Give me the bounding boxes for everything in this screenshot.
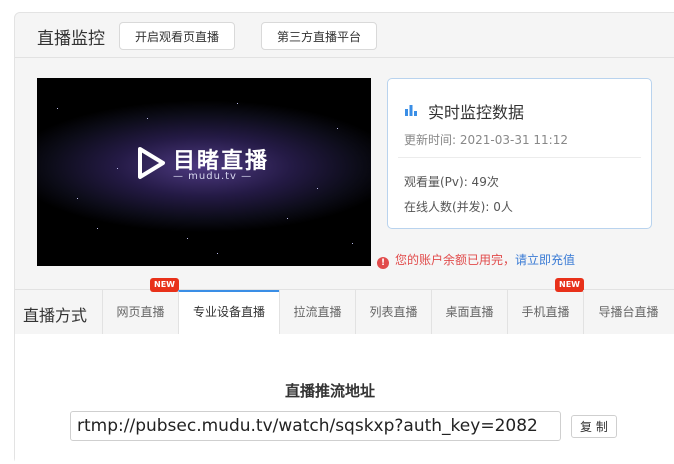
new-badge: NEW — [150, 278, 179, 292]
stats-online: 在线人数(并发): 0人 — [404, 200, 513, 214]
stats-views: 观看量(Pv): 49次 — [404, 175, 499, 189]
tab-label: 手机直播 — [521, 305, 570, 319]
stats-divider — [398, 157, 641, 158]
balance-alert: ! 您的账户余额已用完，请立即充值 — [377, 251, 575, 269]
live-monitor-panel: 直播监控 开启观看页直播 第三方直播平台 目睹直播 — mudu.tv — 实时… — [14, 12, 674, 464]
page-title: 直播监控 — [37, 29, 105, 49]
tab-list-live[interactable]: 列表直播 — [355, 290, 431, 334]
stats-title: 实时监控数据 — [428, 103, 525, 122]
tab-label: 网页直播 — [116, 305, 165, 319]
bar-chart-icon — [405, 105, 417, 116]
live-mode-tabs: 直播方式 网页直播 NEW 专业设备直播 拉流直播 列表直播 桌面直播 手机直播… — [15, 278, 674, 335]
tab-label: 列表直播 — [369, 305, 418, 319]
tab-web-live[interactable]: 网页直播 NEW — [102, 278, 179, 334]
logo-subtext: — mudu.tv — — [173, 171, 253, 182]
tab-label: 拉流直播 — [293, 305, 342, 319]
push-url-title: 直播推流地址 — [284, 382, 375, 400]
play-logo-icon — [138, 147, 165, 179]
stats-updated-time: 更新时间: 2021-03-31 11:12 — [404, 133, 568, 147]
tab-director-live[interactable]: 导播台直播 — [583, 290, 673, 334]
alert-text: 您的账户余额已用完， — [395, 253, 516, 267]
open-watch-page-live-button[interactable]: 开启观看页直播 — [119, 22, 236, 50]
live-mode-label: 直播方式 — [23, 306, 88, 325]
recharge-link[interactable]: 请立即充值 — [515, 253, 575, 267]
mudu-logo: 目睹直播 — mudu.tv — — [135, 143, 295, 183]
tab-label: 专业设备直播 — [192, 305, 265, 319]
tab-label: 桌面直播 — [445, 305, 494, 319]
copy-button[interactable]: 复 制 — [571, 415, 617, 438]
header-bar: 直播监控 开启观看页直播 第三方直播平台 — [15, 13, 674, 58]
push-url-section: 直播推流地址 复 制 — [15, 334, 674, 464]
tab-pro-device-live[interactable]: 专业设备直播 — [178, 290, 279, 335]
tab-desktop-live[interactable]: 桌面直播 — [431, 290, 507, 334]
alert-icon: ! — [377, 257, 389, 269]
tab-mobile-live[interactable]: 手机直播 NEW — [507, 278, 584, 334]
new-badge: NEW — [555, 278, 584, 292]
tab-pull-stream-live[interactable]: 拉流直播 — [279, 290, 355, 334]
realtime-stats-card: 实时监控数据 更新时间: 2021-03-31 11:12 观看量(Pv): 4… — [387, 78, 652, 229]
push-url-input[interactable] — [70, 411, 561, 441]
video-preview[interactable]: 目睹直播 — mudu.tv — — [37, 78, 371, 266]
tab-label: 导播台直播 — [598, 305, 659, 319]
third-party-platform-button[interactable]: 第三方直播平台 — [261, 22, 378, 50]
